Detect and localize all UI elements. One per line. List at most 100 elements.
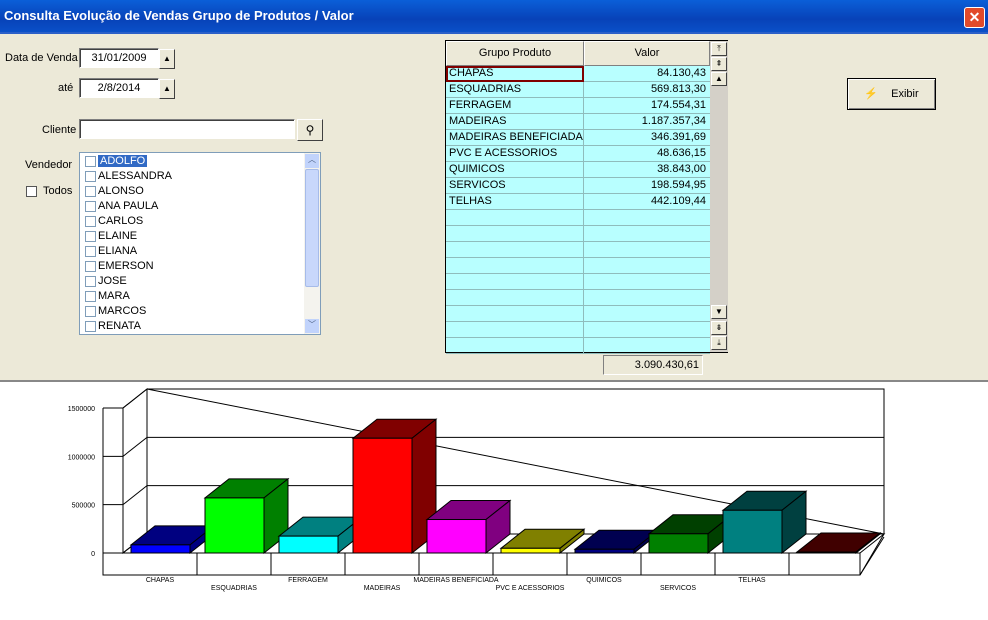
table-row[interactable]: TELHAS 442.109,44 — [446, 194, 710, 210]
close-icon[interactable]: ✕ — [964, 7, 985, 28]
valor-cell[interactable]: 84.130,43 — [584, 66, 710, 82]
scroll-first-icon[interactable]: ⤒ — [711, 42, 727, 56]
vendedor-item[interactable]: ALESSANDRA — [82, 169, 304, 184]
side-wall — [122, 387, 148, 555]
vendedor-scrollbar[interactable]: ︿ ﹀ — [304, 153, 320, 334]
column-header-grupo[interactable]: Grupo Produto — [446, 41, 584, 66]
empty-row[interactable] — [446, 274, 710, 290]
grupo-cell[interactable]: MADEIRAS BENEFICIADA — [446, 130, 584, 146]
valor-cell[interactable]: 442.109,44 — [584, 194, 710, 210]
todos-checkbox[interactable] — [26, 186, 37, 197]
grupo-cell[interactable]: MADEIRAS — [446, 114, 584, 130]
valor-cell[interactable]: 38.843,00 — [584, 162, 710, 178]
date-picker-button[interactable]: ▲ — [159, 49, 175, 69]
cliente-input[interactable] — [79, 119, 295, 139]
table-row[interactable]: FERRAGEM 174.554,31 — [446, 98, 710, 114]
grupo-cell[interactable]: QUIMICOS — [446, 162, 584, 178]
empty-row[interactable] — [446, 322, 710, 338]
valor-cell[interactable]: 346.391,69 — [584, 130, 710, 146]
valor-cell[interactable]: 198.594,95 — [584, 178, 710, 194]
vendedor-name: ADOLFO — [98, 155, 148, 167]
vendedor-item[interactable]: ELIANA — [82, 244, 304, 259]
x-tick-label: MADEIRAS BENEFICIADA — [413, 577, 499, 584]
vendedor-checkbox[interactable] — [85, 156, 96, 167]
table-row[interactable]: CHAPAS 84.130,43 — [446, 66, 710, 82]
vendedor-name: ELAINE — [98, 230, 138, 242]
empty-row[interactable] — [446, 258, 710, 274]
grid-scrollbar[interactable]: ⤒ ⇞ ▲ ▼ ⇟ ⤓ — [710, 41, 728, 352]
vendedor-item[interactable]: MARCOS — [82, 304, 304, 319]
grupo-cell[interactable]: ESQUADRIAS — [446, 82, 584, 98]
scroll-last-icon[interactable]: ⤓ — [711, 336, 727, 350]
vendedor-checkbox[interactable] — [85, 171, 96, 182]
vendedor-name: MARCOS — [98, 305, 147, 317]
ate-field[interactable]: 2/8/2014 — [79, 78, 159, 98]
valor-cell[interactable]: 569.813,30 — [584, 82, 710, 98]
vendedor-item[interactable]: EMERSON — [82, 259, 304, 274]
table-row[interactable]: MADEIRAS BENEFICIADA 346.391,69 — [446, 130, 710, 146]
grupo-cell[interactable]: FERRAGEM — [446, 98, 584, 114]
x-tick-label: CHAPAS — [146, 577, 175, 584]
grupo-produto-grid[interactable]: Grupo Produto Valor CHAPAS 84.130,43 ESQUA… — [445, 40, 728, 354]
vendedor-item[interactable]: MARA — [82, 289, 304, 304]
grupo-cell[interactable]: PVC E ACESSORIOS — [446, 146, 584, 162]
y-tick-label: 1500000 — [68, 406, 95, 413]
data-venda-field[interactable]: 31/01/2009 — [79, 48, 159, 68]
bar — [352, 437, 413, 554]
empty-row[interactable] — [446, 226, 710, 242]
vendedor-checkbox[interactable] — [85, 216, 96, 227]
bar-chart: 0 500000 1000000 1500000 CHAPAS ESQUADRIAS FER… — [68, 387, 886, 592]
column-header-valor[interactable]: Valor — [584, 41, 710, 66]
scroll-page-down-icon[interactable]: ⇟ — [711, 321, 727, 335]
vendedor-item[interactable]: JOSE — [82, 274, 304, 289]
table-row[interactable]: PVC E ACESSORIOS 48.636,15 — [446, 146, 710, 162]
empty-row[interactable] — [446, 242, 710, 258]
vendedor-name: MARA — [98, 290, 130, 302]
x-tick-label: ESQUADRIAS — [211, 585, 257, 592]
empty-row[interactable] — [446, 306, 710, 322]
scroll-up-icon[interactable]: ︿ — [305, 154, 319, 168]
table-row[interactable]: SERVICOS 198.594,95 — [446, 178, 710, 194]
vendedor-checkbox[interactable] — [85, 186, 96, 197]
table-row[interactable]: QUIMICOS 38.843,00 — [446, 162, 710, 178]
vendedor-item[interactable]: ADOLFO — [82, 154, 304, 169]
vendedor-checkbox[interactable] — [85, 231, 96, 242]
valor-cell[interactable]: 174.554,31 — [584, 98, 710, 114]
scroll-down-icon[interactable]: ▼ — [711, 305, 727, 319]
vendedor-item[interactable]: ELAINE — [82, 229, 304, 244]
exibir-button[interactable]: ⚡ Exibir — [847, 78, 936, 110]
valor-cell[interactable]: 1.187.357,34 — [584, 114, 710, 130]
bar — [500, 547, 561, 554]
scroll-up-icon[interactable]: ▲ — [711, 72, 727, 86]
vendedor-checkbox[interactable] — [85, 246, 96, 257]
grupo-cell[interactable]: SERVICOS — [446, 178, 584, 194]
empty-row[interactable] — [446, 210, 710, 226]
empty-row[interactable] — [446, 290, 710, 306]
date-picker-button[interactable]: ▲ — [159, 79, 175, 99]
vendedor-checkbox[interactable] — [85, 261, 96, 272]
empty-row[interactable] — [446, 338, 710, 354]
grupo-cell[interactable]: TELHAS — [446, 194, 584, 210]
scroll-thumb[interactable] — [305, 169, 319, 287]
vendedor-name: CARLOS — [98, 215, 144, 227]
vendedor-checkbox[interactable] — [85, 276, 96, 287]
vendedor-item[interactable]: ALONSO — [82, 184, 304, 199]
scroll-down-icon[interactable]: ﹀ — [305, 319, 319, 333]
binoculars-search-icon[interactable]: ⚲ — [297, 119, 323, 141]
vendedor-item[interactable]: ANA PAULA — [82, 199, 304, 214]
scroll-page-up-icon[interactable]: ⇞ — [711, 57, 727, 71]
bar — [574, 548, 635, 554]
ate-label: até — [58, 82, 74, 94]
vendedor-checkbox[interactable] — [85, 306, 96, 317]
table-row[interactable]: ESQUADRIAS 569.813,30 — [446, 82, 710, 98]
table-row[interactable]: MADEIRAS 1.187.357,34 — [446, 114, 710, 130]
vendedor-checkbox[interactable] — [85, 321, 96, 332]
grupo-cell[interactable]: CHAPAS — [446, 66, 584, 82]
vendedor-item[interactable]: RENATA — [82, 319, 304, 334]
vendedor-item[interactable]: CARLOS — [82, 214, 304, 229]
vendedor-checkbox[interactable] — [85, 201, 96, 212]
bar — [648, 533, 709, 554]
valor-cell[interactable]: 48.636,15 — [584, 146, 710, 162]
vendedor-list[interactable]: ADOLFO ALESSANDRA ALONSO ANA PAULA CARLOS ELA… — [79, 152, 321, 335]
vendedor-checkbox[interactable] — [85, 291, 96, 302]
